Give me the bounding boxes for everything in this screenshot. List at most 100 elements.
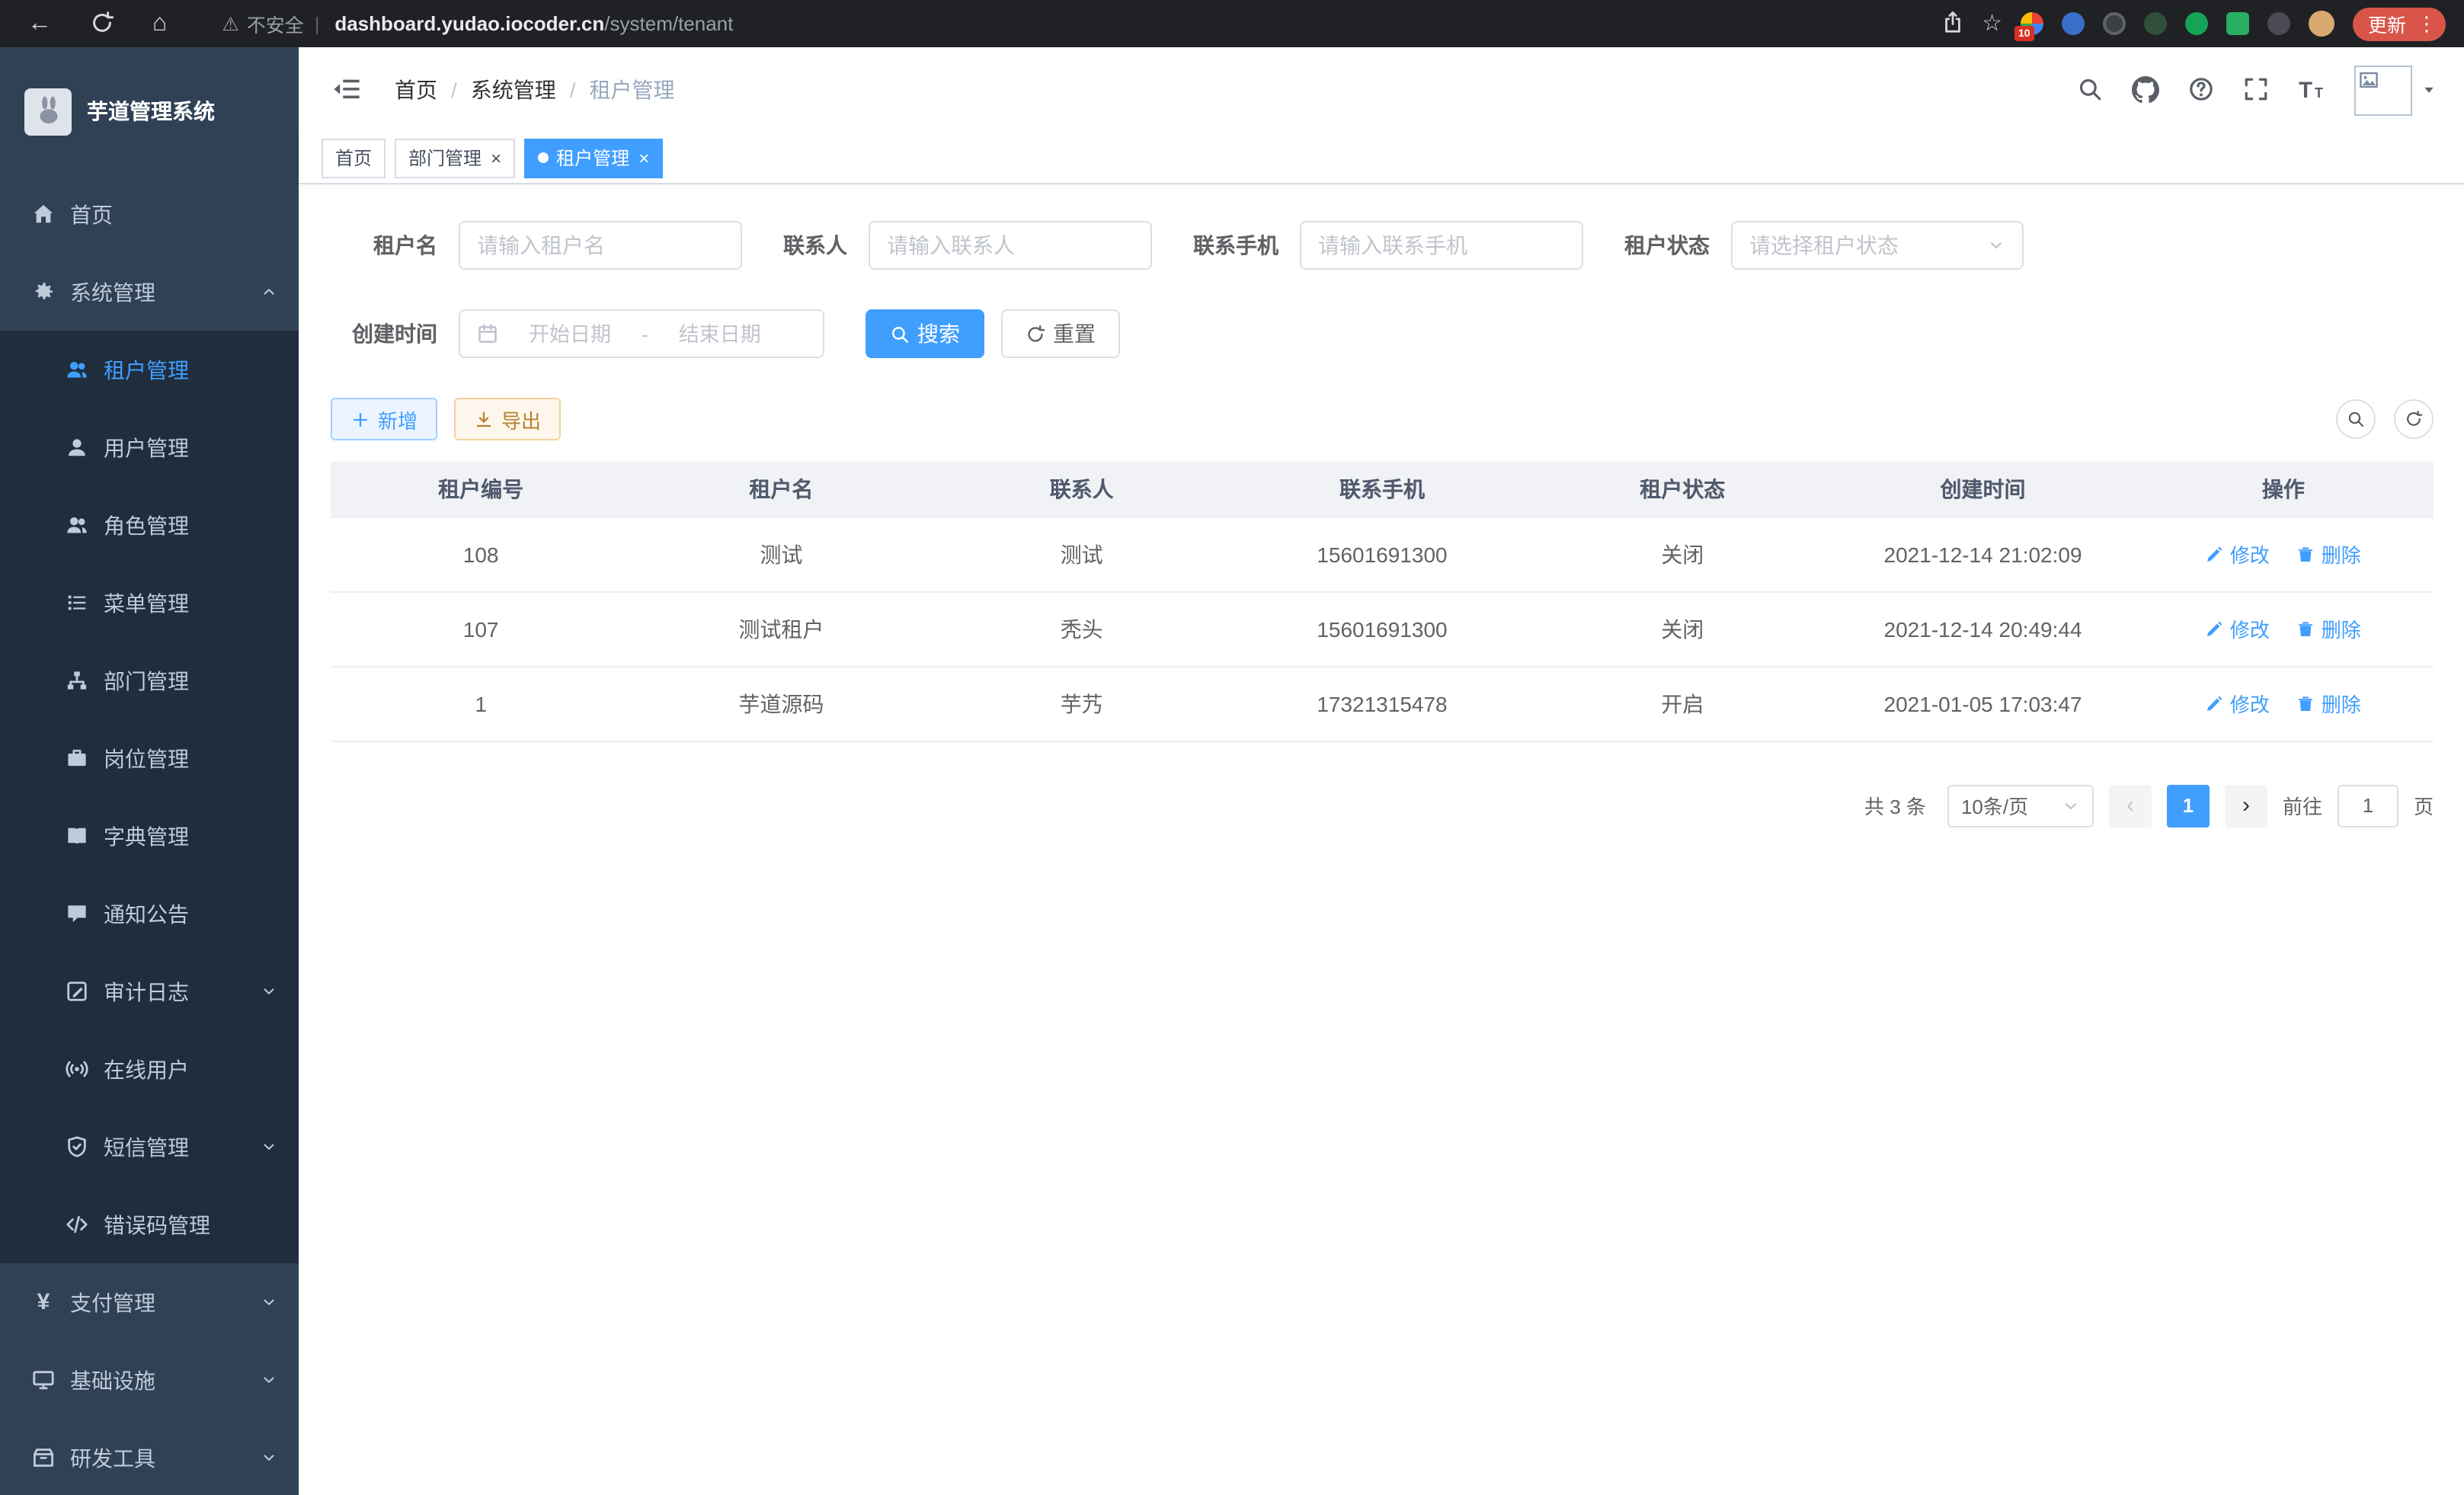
edit-icon bbox=[2206, 619, 2224, 638]
extension-icon-2[interactable] bbox=[2062, 12, 2085, 35]
page-size-select[interactable]: 10条/页 bbox=[1947, 784, 2094, 827]
sidebar-group-infra[interactable]: 基础设施 bbox=[0, 1341, 299, 1419]
sidebar-item-audit-log[interactable]: 审计日志 bbox=[0, 952, 299, 1030]
browser-update-button[interactable]: 更新 ⋮ bbox=[2353, 7, 2446, 40]
sidebar-item-notice[interactable]: 通知公告 bbox=[0, 875, 299, 952]
chevron-down-icon bbox=[1987, 236, 2005, 255]
briefcase-icon bbox=[66, 747, 88, 770]
edit-link[interactable]: 修改 bbox=[2206, 539, 2270, 568]
profile-avatar-icon[interactable] bbox=[2309, 11, 2334, 37]
close-icon[interactable]: × bbox=[638, 149, 649, 167]
tab-dept[interactable]: 部门管理 × bbox=[395, 138, 515, 178]
reset-button-label: 重置 bbox=[1053, 319, 1096, 349]
edit-link[interactable]: 修改 bbox=[2206, 689, 2270, 718]
font-size-icon[interactable] bbox=[2298, 75, 2325, 104]
back-icon[interactable]: ← bbox=[27, 11, 52, 36]
cell-tenant-name: 测试 bbox=[631, 517, 931, 591]
breadcrumb-item-system[interactable]: 系统管理 bbox=[471, 75, 556, 105]
security-indicator[interactable]: ⚠ 不安全 | bbox=[222, 9, 322, 38]
sidebar-toggle-icon[interactable] bbox=[320, 68, 373, 111]
sidebar-item-label: 审计日志 bbox=[104, 976, 245, 1007]
sidebar-group-payment[interactable]: ¥ 支付管理 bbox=[0, 1263, 299, 1341]
delete-link[interactable]: 删除 bbox=[2297, 539, 2361, 568]
sidebar-item-online-user[interactable]: 在线用户 bbox=[0, 1030, 299, 1108]
tab-home[interactable]: 首页 bbox=[322, 138, 386, 178]
sidebar-item-menu[interactable]: 菜单管理 bbox=[0, 564, 299, 642]
home-icon[interactable]: ⌂ bbox=[152, 11, 167, 36]
search-button[interactable]: 搜索 bbox=[866, 309, 984, 358]
delete-link[interactable]: 删除 bbox=[2297, 614, 2361, 643]
security-separator: | bbox=[315, 13, 320, 34]
avatar bbox=[2354, 65, 2412, 115]
sidebar-item-dict[interactable]: 字典管理 bbox=[0, 797, 299, 875]
user-avatar-menu[interactable] bbox=[2354, 65, 2437, 115]
user-icon bbox=[66, 436, 88, 459]
app-logo[interactable]: 芋道管理系统 bbox=[0, 47, 299, 175]
add-button-label: 新增 bbox=[378, 405, 418, 434]
tenant-name-input[interactable] bbox=[477, 233, 724, 258]
page-number-1[interactable]: 1 bbox=[2167, 784, 2210, 827]
search-icon[interactable] bbox=[2077, 76, 2103, 104]
chevron-up-icon bbox=[261, 283, 277, 300]
cell-status: 关闭 bbox=[1532, 517, 1832, 591]
docs-help-icon[interactable] bbox=[2188, 76, 2214, 104]
edit-link[interactable]: 修改 bbox=[2206, 614, 2270, 643]
menu-dots-icon[interactable]: ⋮ bbox=[2414, 11, 2437, 36]
export-button[interactable]: 导出 bbox=[454, 398, 561, 440]
github-icon[interactable] bbox=[2132, 75, 2159, 104]
table-header-row: 租户编号 租户名 联系人 联系手机 租户状态 创建时间 操作 bbox=[331, 462, 2434, 517]
breadcrumb-item-home[interactable]: 首页 bbox=[395, 75, 437, 105]
users-icon bbox=[66, 358, 88, 381]
trash-icon bbox=[2297, 545, 2315, 563]
export-button-label: 导出 bbox=[501, 405, 541, 434]
goto-label: 前往 bbox=[2283, 791, 2322, 820]
toggle-search-button[interactable] bbox=[2336, 399, 2376, 439]
sidebar-item-role[interactable]: 角色管理 bbox=[0, 486, 299, 564]
calendar-icon bbox=[477, 323, 498, 344]
next-page-button[interactable]: › bbox=[2225, 784, 2267, 827]
sidebar-item-tenant[interactable]: 租户管理 bbox=[0, 331, 299, 408]
extension-icon-5[interactable] bbox=[2185, 12, 2208, 35]
bookmark-star-icon[interactable]: ☆ bbox=[1982, 12, 2002, 35]
sidebar-group-system[interactable]: 系统管理 bbox=[0, 253, 299, 331]
extension-icon-3[interactable] bbox=[2103, 12, 2126, 35]
reload-icon[interactable] bbox=[90, 10, 114, 37]
refresh-table-button[interactable] bbox=[2394, 399, 2434, 439]
share-icon[interactable] bbox=[1941, 11, 1963, 36]
sidebar-item-sms[interactable]: 短信管理 bbox=[0, 1108, 299, 1186]
browser-chrome: ← ⌂ ⚠ 不安全 | dashboard.yudao.iocoder.cn/s… bbox=[0, 0, 2464, 47]
status-select[interactable]: 请选择租户状态 bbox=[1731, 221, 2024, 270]
pagination-total: 共 3 条 bbox=[1864, 791, 1926, 820]
extension-icon-7[interactable] bbox=[2267, 12, 2290, 35]
date-range-picker[interactable]: - bbox=[459, 309, 824, 358]
select-placeholder: 请选择租户状态 bbox=[1749, 230, 1899, 261]
sidebar-item-home[interactable]: 首页 bbox=[0, 175, 299, 253]
security-label: 不安全 bbox=[247, 9, 304, 38]
close-icon[interactable]: × bbox=[491, 149, 501, 167]
phone-input[interactable] bbox=[1318, 233, 1565, 258]
cell-actions: 修改 删除 bbox=[2133, 666, 2434, 741]
shield-icon bbox=[66, 1135, 88, 1158]
sidebar-item-error-code[interactable]: 错误码管理 bbox=[0, 1186, 299, 1263]
extension-badge: 10 bbox=[2014, 26, 2034, 41]
add-button[interactable]: 新增 bbox=[331, 398, 437, 440]
extension-icon-1[interactable]: 10 bbox=[2021, 12, 2043, 35]
sidebar-group-devtools[interactable]: 研发工具 bbox=[0, 1419, 299, 1495]
extension-icon-4[interactable] bbox=[2144, 12, 2167, 35]
extension-icon-6[interactable] bbox=[2226, 12, 2249, 35]
delete-link[interactable]: 删除 bbox=[2297, 689, 2361, 718]
goto-page-input[interactable] bbox=[2338, 784, 2398, 827]
fullscreen-icon[interactable] bbox=[2243, 76, 2269, 104]
prev-page-button[interactable]: ‹ bbox=[2109, 784, 2152, 827]
field-label: 联系人 bbox=[783, 230, 847, 261]
sidebar-item-user[interactable]: 用户管理 bbox=[0, 408, 299, 486]
contact-input[interactable] bbox=[887, 233, 1134, 258]
address-bar[interactable]: ⚠ 不安全 | dashboard.yudao.iocoder.cn/syste… bbox=[179, 9, 1941, 38]
reset-button[interactable]: 重置 bbox=[1001, 309, 1120, 358]
tab-tenant[interactable]: 租户管理 × bbox=[524, 138, 663, 178]
date-start-input[interactable] bbox=[504, 322, 635, 345]
caret-down-icon bbox=[2421, 82, 2437, 98]
date-end-input[interactable] bbox=[654, 322, 786, 345]
sidebar-item-post[interactable]: 岗位管理 bbox=[0, 719, 299, 797]
sidebar-item-dept[interactable]: 部门管理 bbox=[0, 642, 299, 719]
